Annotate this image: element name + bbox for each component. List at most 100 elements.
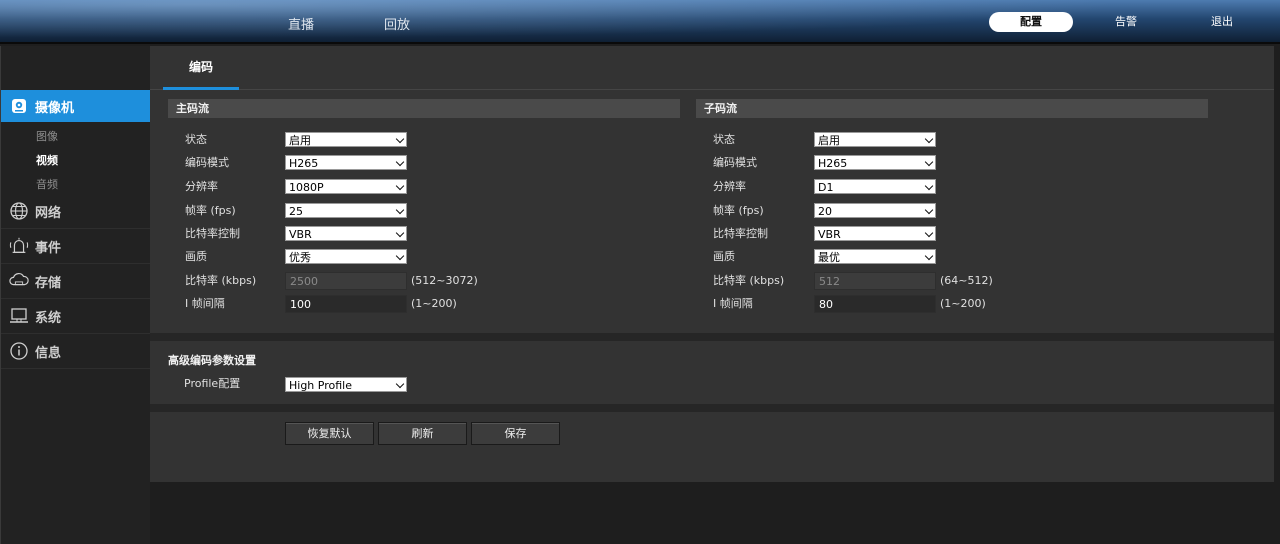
sidebar-item-label: 存储 [35,275,62,291]
sub-framerate-label: 帧率 (fps) [713,204,764,217]
main-codec-select[interactable]: H265 [285,155,407,170]
main-bitrate-range: (512~3072) [411,274,478,287]
sidebar-item-camera[interactable]: 摄像机 [1,90,159,122]
main-resolution-label: 分辨率 [185,180,218,193]
sidebar-item-info[interactable]: 信息 [1,334,151,369]
sub-bitrate-control-select[interactable]: VBR [814,226,936,241]
sidebar-item-event[interactable]: 事件 [1,229,151,264]
nav-logout[interactable]: 退出 [1192,12,1252,32]
main-stream-header: 主码流 [168,99,680,118]
sub-iframe-label: I 帧间隔 [713,297,753,310]
sidebar-item-storage[interactable]: 存储 [1,264,151,299]
select-value: VBR [289,228,312,241]
main-bitrate-control-select[interactable]: VBR [285,226,407,241]
sidebar-item-system[interactable]: 系统 [1,299,151,334]
main-iframe-input[interactable]: 100 [285,295,407,313]
chevron-down-icon [924,205,934,215]
main-bitrate-label: 比特率 (kbps) [185,274,257,287]
sidebar-sub-video[interactable]: 视频 [36,152,58,168]
sub-resolution-select[interactable]: D1 [814,179,936,194]
sub-status-select[interactable]: 启用 [814,132,936,147]
select-value: VBR [818,228,841,241]
sidebar-item-label: 网络 [35,205,62,221]
sidebar: 摄像机 图像 视频 音频 网络 事件 存储 系统 信息 [0,46,159,544]
chevron-down-icon [395,379,405,389]
sidebar-item-label: 事件 [35,240,62,256]
sub-iframe-range: (1~200) [940,297,986,310]
chevron-down-icon [924,181,934,191]
sub-bitrate-label: 比特率 (kbps) [713,274,785,287]
select-value: D1 [818,181,834,194]
nav-playback[interactable]: 回放 [384,14,410,33]
main-status-select[interactable]: 启用 [285,132,407,147]
profile-select[interactable]: High Profile [285,377,407,392]
sidebar-sub-audio[interactable]: 音频 [36,176,58,192]
chevron-down-icon [395,181,405,191]
profile-label: Profile配置 [184,377,241,390]
sub-bitrate-input[interactable]: 512 [814,272,936,290]
select-value: 优秀 [289,251,311,264]
main-iframe-label: I 帧间隔 [185,297,225,310]
sub-codec-label: 编码模式 [713,156,757,169]
refresh-button[interactable]: 刷新 [378,422,467,445]
chevron-down-icon [924,228,934,238]
sub-resolution-label: 分辨率 [713,180,746,193]
sidebar-item-network[interactable]: 网络 [1,194,151,229]
section-divider [150,333,1274,341]
sidebar-item-label: 信息 [35,345,62,361]
advanced-settings-title: 高级编码参数设置 [168,354,256,367]
tab-encoding[interactable]: 编码 [163,46,239,90]
sub-framerate-select[interactable]: 20 [814,203,936,218]
chevron-down-icon [924,251,934,261]
sub-status-label: 状态 [713,133,735,146]
sidebar-item-label: 摄像机 [35,100,75,116]
info-icon [9,341,29,361]
chevron-down-icon [395,251,405,261]
main-iframe-range: (1~200) [411,297,457,310]
main-framerate-select[interactable]: 25 [285,203,407,218]
main-resolution-select[interactable]: 1080P [285,179,407,194]
select-value: 启用 [818,134,840,147]
computer-icon [9,306,29,326]
chevron-down-icon [395,205,405,215]
chevron-down-icon [395,157,405,167]
sidebar-item-label: 系统 [35,310,62,326]
main-quality-label: 画质 [185,250,207,263]
sub-stream-header: 子码流 [696,99,1208,118]
sub-bitrate-control-label: 比特率控制 [713,227,768,240]
sub-quality-select[interactable]: 最优 [814,249,936,264]
alarm-icon [9,236,29,256]
main-quality-select[interactable]: 优秀 [285,249,407,264]
chevron-down-icon [924,157,934,167]
tab-bar: 编码 [150,46,1274,90]
nav-alarm[interactable]: 告警 [1096,12,1156,32]
select-value: H265 [289,157,319,170]
section-divider [150,404,1274,412]
chevron-down-icon [395,134,405,144]
select-value: High Profile [289,379,352,392]
nav-live[interactable]: 直播 [288,14,314,33]
network-icon [9,201,29,221]
main-bitrate-input[interactable]: 2500 [285,272,407,290]
main-codec-label: 编码模式 [185,156,229,169]
select-value: 1080P [289,181,324,194]
top-navigation-bar: 直播 回放 配置 告警 退出 [0,0,1280,44]
main-status-label: 状态 [185,133,207,146]
restore-defaults-button[interactable]: 恢复默认 [285,422,374,445]
save-button[interactable]: 保存 [471,422,560,445]
sub-bitrate-range: (64~512) [940,274,993,287]
main-panel: 编码 主码流 状态 启用 编码模式 H265 分辨率 1080P 帧率 (fps… [150,46,1274,482]
sub-iframe-input[interactable]: 80 [814,295,936,313]
select-value: 最优 [818,251,840,264]
sub-quality-label: 画质 [713,250,735,263]
nav-config[interactable]: 配置 [989,12,1073,32]
select-value: 启用 [289,134,311,147]
select-value: H265 [818,157,848,170]
main-bitrate-control-label: 比特率控制 [185,227,240,240]
chevron-down-icon [924,134,934,144]
main-framerate-label: 帧率 (fps) [185,204,236,217]
select-value: 20 [818,205,832,218]
sub-codec-select[interactable]: H265 [814,155,936,170]
sidebar-sub-image[interactable]: 图像 [36,128,58,144]
camera-icon [9,96,29,116]
